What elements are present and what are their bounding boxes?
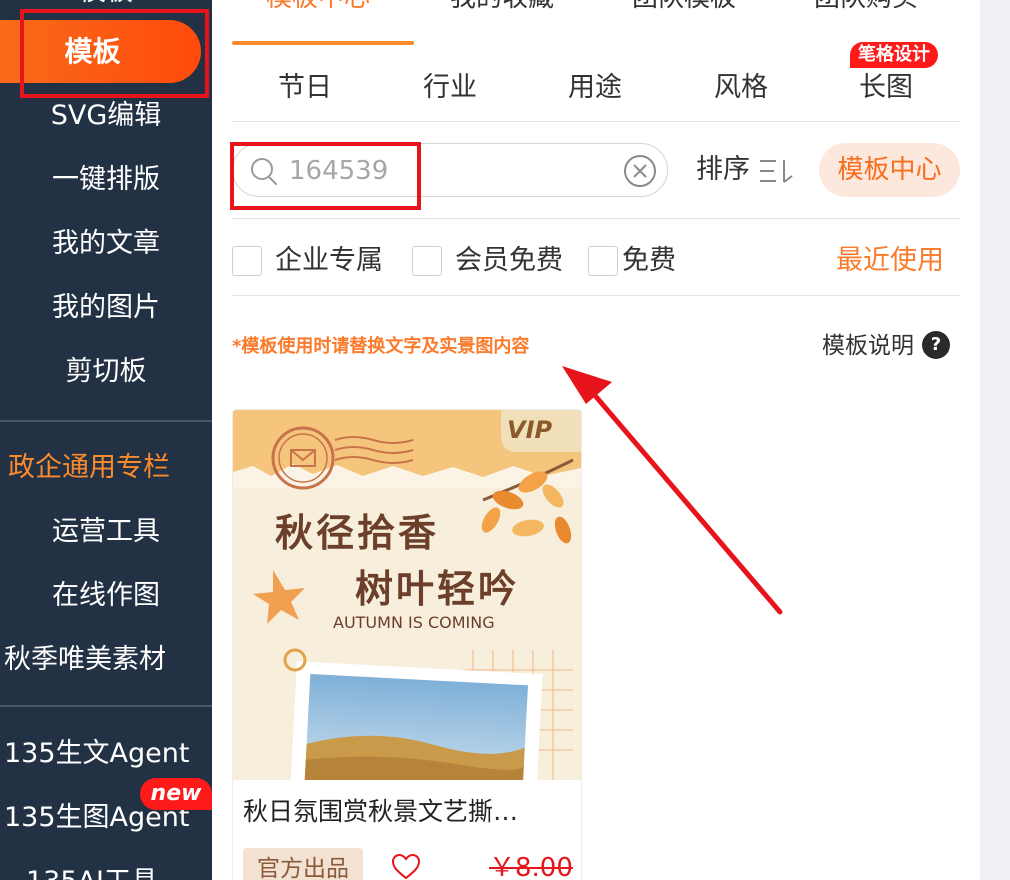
sidebar-item-top-cut[interactable]: 模板 [0,0,212,12]
right-gutter [980,0,1010,880]
poster-subtitle: AUTUMN IS COMING [333,613,495,632]
template-card[interactable]: VIP 秋径拾香 树叶轻吟 AUTUMN IS COMING 秋日氛围赏秋景文艺… [232,409,582,880]
help-icon[interactable]: ? [922,331,950,359]
subtab-holiday[interactable]: 节日 [278,68,332,108]
sidebar-divider [0,705,212,707]
main-panel: 模板中心 我的收藏 团队模板 团队购买 节日 行业 用途 风格 长图 笔格设计 … [212,0,980,880]
checkbox-member-free[interactable] [412,246,442,276]
tab-template-center[interactable]: 模板中心 [266,0,370,18]
sidebar-item-autumn-materials[interactable]: 秋季唯美素材 [0,640,212,680]
tab-team-templates[interactable]: 团队模板 [632,0,736,18]
template-center-button[interactable]: 模板中心 [819,143,960,197]
divider [232,218,960,219]
clear-icon[interactable] [623,154,657,188]
poster-line2: 树叶轻吟 [355,567,520,611]
sort-label[interactable]: 排序 [696,150,750,190]
sidebar-item-ai-tools[interactable]: 135AI工具 [0,862,212,880]
sidebar-item-my-articles[interactable]: 我的文章 [0,224,212,264]
card-title[interactable]: 秋日氛围赏秋景文艺撕… [243,794,518,830]
sidebar-section-title[interactable]: 政企通用专栏 [8,448,170,488]
subtab-badge: 笔格设计 [850,42,938,68]
sort-icon[interactable] [759,158,793,184]
card-price: ￥8.00 [489,853,573,880]
card-tag: 官方出品 [243,848,363,880]
tab-my-favorites[interactable]: 我的收藏 [450,0,554,18]
subtab-long-image[interactable]: 长图 [859,68,913,108]
sidebar-item-one-click-layout[interactable]: 一键排版 [0,160,212,200]
sidebar-item-template[interactable]: 模板 [0,20,185,83]
active-tab-underline [232,41,414,45]
search-input[interactable] [289,152,609,190]
template-thumbnail[interactable]: VIP 秋径拾香 树叶轻吟 AUTUMN IS COMING [233,410,581,780]
filter-label-free[interactable]: 免费 [622,241,676,281]
heart-icon[interactable] [391,852,421,880]
filter-label-enterprise[interactable]: 企业专属 [275,241,383,281]
sidebar-divider [0,420,212,422]
template-explain-link[interactable]: 模板说明 [822,328,914,364]
poster-line1: 秋径拾香 [275,511,440,555]
search-icon [251,158,277,185]
tab-team-purchase[interactable]: 团队购买 [814,0,918,18]
divider [232,295,960,296]
subtab-style[interactable]: 风格 [714,68,768,108]
subtab-usage[interactable]: 用途 [568,68,622,108]
subtab-industry[interactable]: 行业 [423,68,477,108]
checkbox-free[interactable] [588,246,618,276]
sidebar-item-operations-tools[interactable]: 运营工具 [0,512,212,552]
notice-text: *模板使用时请替换文字及实景图内容 [232,336,530,357]
recent-link[interactable]: 最近使用 [836,241,944,281]
checkbox-enterprise[interactable] [232,246,262,276]
divider [232,121,960,122]
sidebar-item-clipboard[interactable]: 剪切板 [0,352,212,392]
new-badge: new [140,778,212,810]
sidebar-item-svg-editor[interactable]: SVG编辑 [0,96,212,136]
vip-badge: VIP [507,416,553,444]
filter-label-member-free[interactable]: 会员免费 [455,241,563,281]
sidebar-item-my-images[interactable]: 我的图片 [0,288,212,328]
sidebar-item-online-drawing[interactable]: 在线作图 [0,576,212,616]
sidebar: 模板 模板 SVG编辑 一键排版 我的文章 我的图片 剪切板 政企通用专栏 运营… [0,0,212,880]
sidebar-item-text-agent[interactable]: 135生文Agent [0,734,212,774]
search-box[interactable] [232,143,668,197]
